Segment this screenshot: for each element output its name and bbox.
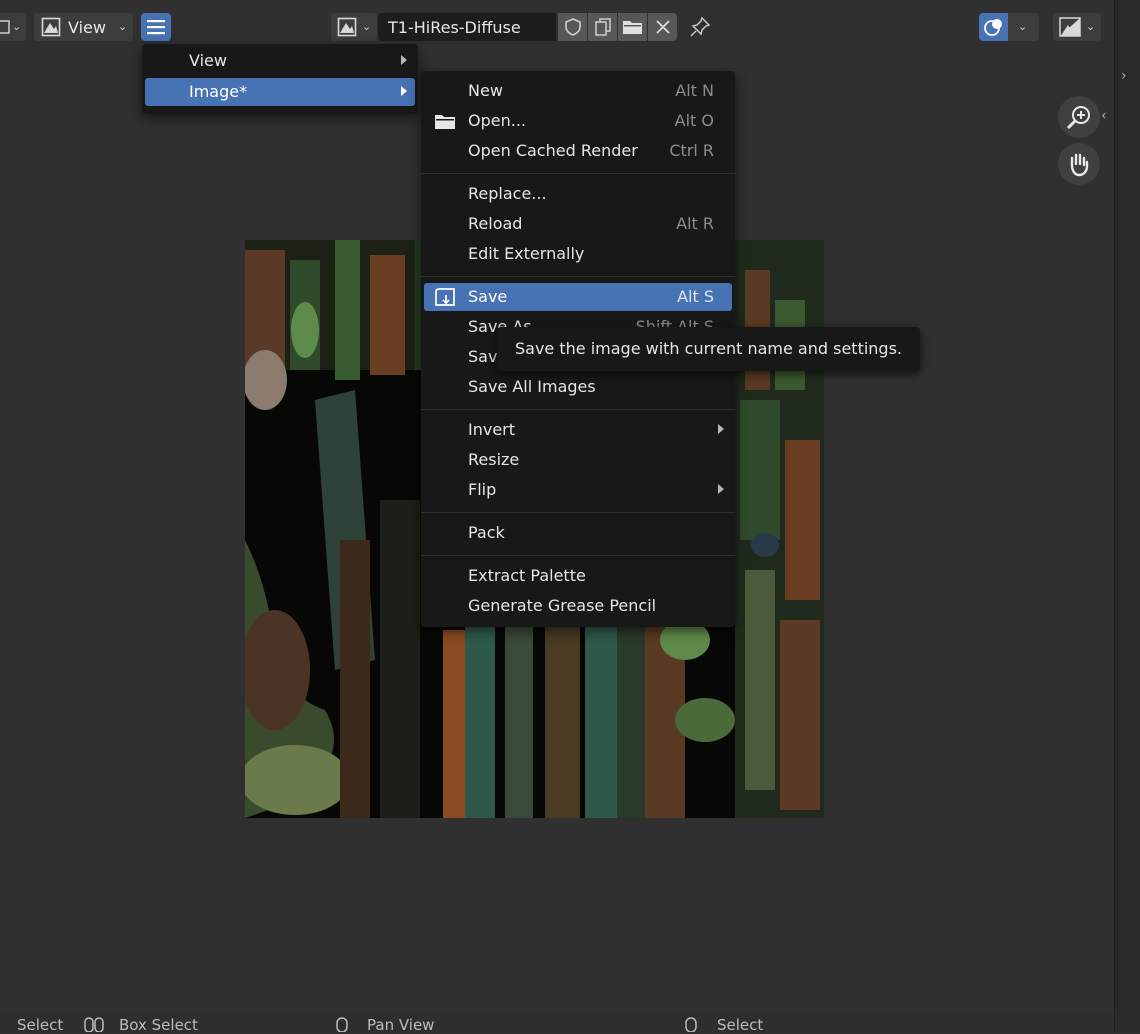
menu-item-label: Reload (468, 214, 523, 233)
status-pan-view-label: Pan View (367, 1016, 435, 1034)
menu-item-image[interactable]: Image* (145, 78, 415, 106)
browse-image-button[interactable]: ⌄ (331, 13, 377, 41)
menu-separator (421, 173, 735, 174)
menu-item-flip[interactable]: Flip (424, 476, 732, 504)
menu-item-label: Image* (189, 82, 248, 101)
sidebar-expand-icon[interactable]: › (1121, 68, 1127, 84)
overlay-icon (984, 19, 1002, 36)
menu-item-pack[interactable]: Pack (424, 519, 732, 547)
chevron-down-icon: ⌄ (1086, 20, 1096, 33)
mouse-drag-icon (84, 1017, 104, 1032)
menu-item-label: Save All Images (468, 377, 596, 396)
unlink-image-button[interactable] (648, 13, 677, 41)
hamburger-icon (147, 20, 165, 35)
new-image-button[interactable] (588, 13, 617, 41)
hand-icon (1070, 153, 1089, 177)
sidebar-region: › (1114, 0, 1140, 1032)
display-channels-dropdown[interactable]: ⌄ (1053, 13, 1101, 41)
status-select-right-label: Select (717, 1016, 764, 1034)
menu-item-save-all-images[interactable]: Save All Images (424, 373, 732, 401)
view-mode-dropdown[interactable]: View ⌄ (34, 13, 133, 41)
menu-item-label: Pack (468, 523, 505, 542)
folder-icon (623, 21, 642, 34)
close-icon (656, 20, 670, 34)
status-select-label: Select (17, 1016, 64, 1034)
submenu-arrow-icon (401, 55, 407, 65)
menu-item-new[interactable]: New Alt N (424, 77, 732, 105)
menu-item-invert[interactable]: Invert (424, 416, 732, 444)
image-name-field[interactable]: T1-HiRes-Diffuse (378, 13, 556, 41)
tooltip-text: Save the image with current name and set… (515, 339, 902, 358)
menu-item-reload[interactable]: Reload Alt R (424, 210, 732, 238)
menu-item-extract-palette[interactable]: Extract Palette (424, 562, 732, 590)
duplicate-icon (595, 18, 611, 36)
menu-item-label: Open... (468, 111, 526, 130)
menu-item-shortcut: Alt O (674, 111, 714, 130)
menu-item-label: Flip (468, 480, 497, 499)
menu-item-view[interactable]: View (145, 47, 415, 75)
save-icon (435, 288, 455, 306)
pin-icon (690, 16, 711, 37)
menu-item-generate-grease-pencil[interactable]: Generate Grease Pencil (424, 592, 732, 620)
submenu-arrow-icon (718, 424, 724, 434)
menu-item-shortcut: Alt N (675, 81, 714, 100)
menu-item-label: Open Cached Render (468, 141, 638, 160)
status-bar: Select Box Select Pan View Select (0, 1014, 1114, 1034)
open-image-button[interactable] (618, 13, 647, 41)
pin-button[interactable] (686, 13, 714, 41)
menu-item-label: Edit Externally (468, 244, 585, 263)
chevron-down-icon: ⌄ (12, 20, 22, 33)
sidebar-collapse-icon[interactable]: ‹ (1101, 108, 1107, 124)
image-name-text: T1-HiRes-Diffuse (388, 18, 521, 37)
menu-separator (421, 409, 735, 410)
image-icon (337, 17, 357, 37)
tooltip: Save the image with current name and set… (497, 327, 920, 371)
folder-icon (435, 115, 455, 129)
submenu-arrow-icon (718, 484, 724, 494)
menu-item-shortcut: Ctrl R (669, 141, 714, 160)
menu-item-label: View (189, 51, 227, 70)
shield-icon (565, 18, 581, 36)
chevron-down-icon: ⌄ (118, 20, 128, 33)
zoom-icon (1066, 106, 1090, 130)
mouse-middle-icon (336, 1017, 348, 1032)
menu-item-shortcut: Alt R (676, 214, 714, 233)
menu-separator (421, 512, 735, 513)
overlays-dropdown[interactable]: ⌄ (979, 13, 1039, 41)
menu-item-shortcut: Alt S (677, 287, 714, 306)
view-mode-label: View (68, 18, 106, 37)
menu-item-label: Save (468, 287, 508, 306)
chevron-down-icon: ⌄ (1018, 20, 1028, 33)
menu-item-label: Generate Grease Pencil (468, 596, 657, 615)
menu-item-label: Replace... (468, 184, 547, 203)
menu-item-label: Extract Palette (468, 566, 586, 585)
fake-user-button[interactable] (558, 13, 587, 41)
editor-type-icon (0, 20, 10, 34)
mouse-right-icon (685, 1017, 697, 1032)
chevron-down-icon: ⌄ (362, 20, 372, 33)
editor-menu: View Image* (142, 44, 418, 114)
image-icon (41, 17, 61, 37)
menu-item-resize[interactable]: Resize (424, 446, 732, 474)
status-box-select-label: Box Select (119, 1016, 198, 1034)
editor-menu-button[interactable] (141, 13, 171, 41)
overlays-toggle[interactable] (979, 13, 1008, 41)
menu-item-label: Invert (468, 420, 516, 439)
menu-separator (421, 276, 735, 277)
color-alpha-icon (1059, 17, 1081, 37)
menu-item-open[interactable]: Open... Alt O (424, 107, 732, 135)
pan-view-button[interactable] (1058, 143, 1100, 185)
menu-item-open-cached-render[interactable]: Open Cached Render Ctrl R (424, 137, 732, 165)
menu-separator (421, 555, 735, 556)
menu-item-label: New (468, 81, 503, 100)
submenu-arrow-icon (401, 86, 407, 96)
editor-type-button[interactable]: ⌄ (0, 13, 26, 41)
menu-item-label: Resize (468, 450, 520, 469)
zoom-view-button[interactable] (1058, 96, 1100, 138)
menu-item-replace[interactable]: Replace... (424, 180, 732, 208)
menu-item-save[interactable]: Save Alt S (424, 283, 732, 311)
menu-item-edit-externally[interactable]: Edit Externally (424, 240, 732, 268)
